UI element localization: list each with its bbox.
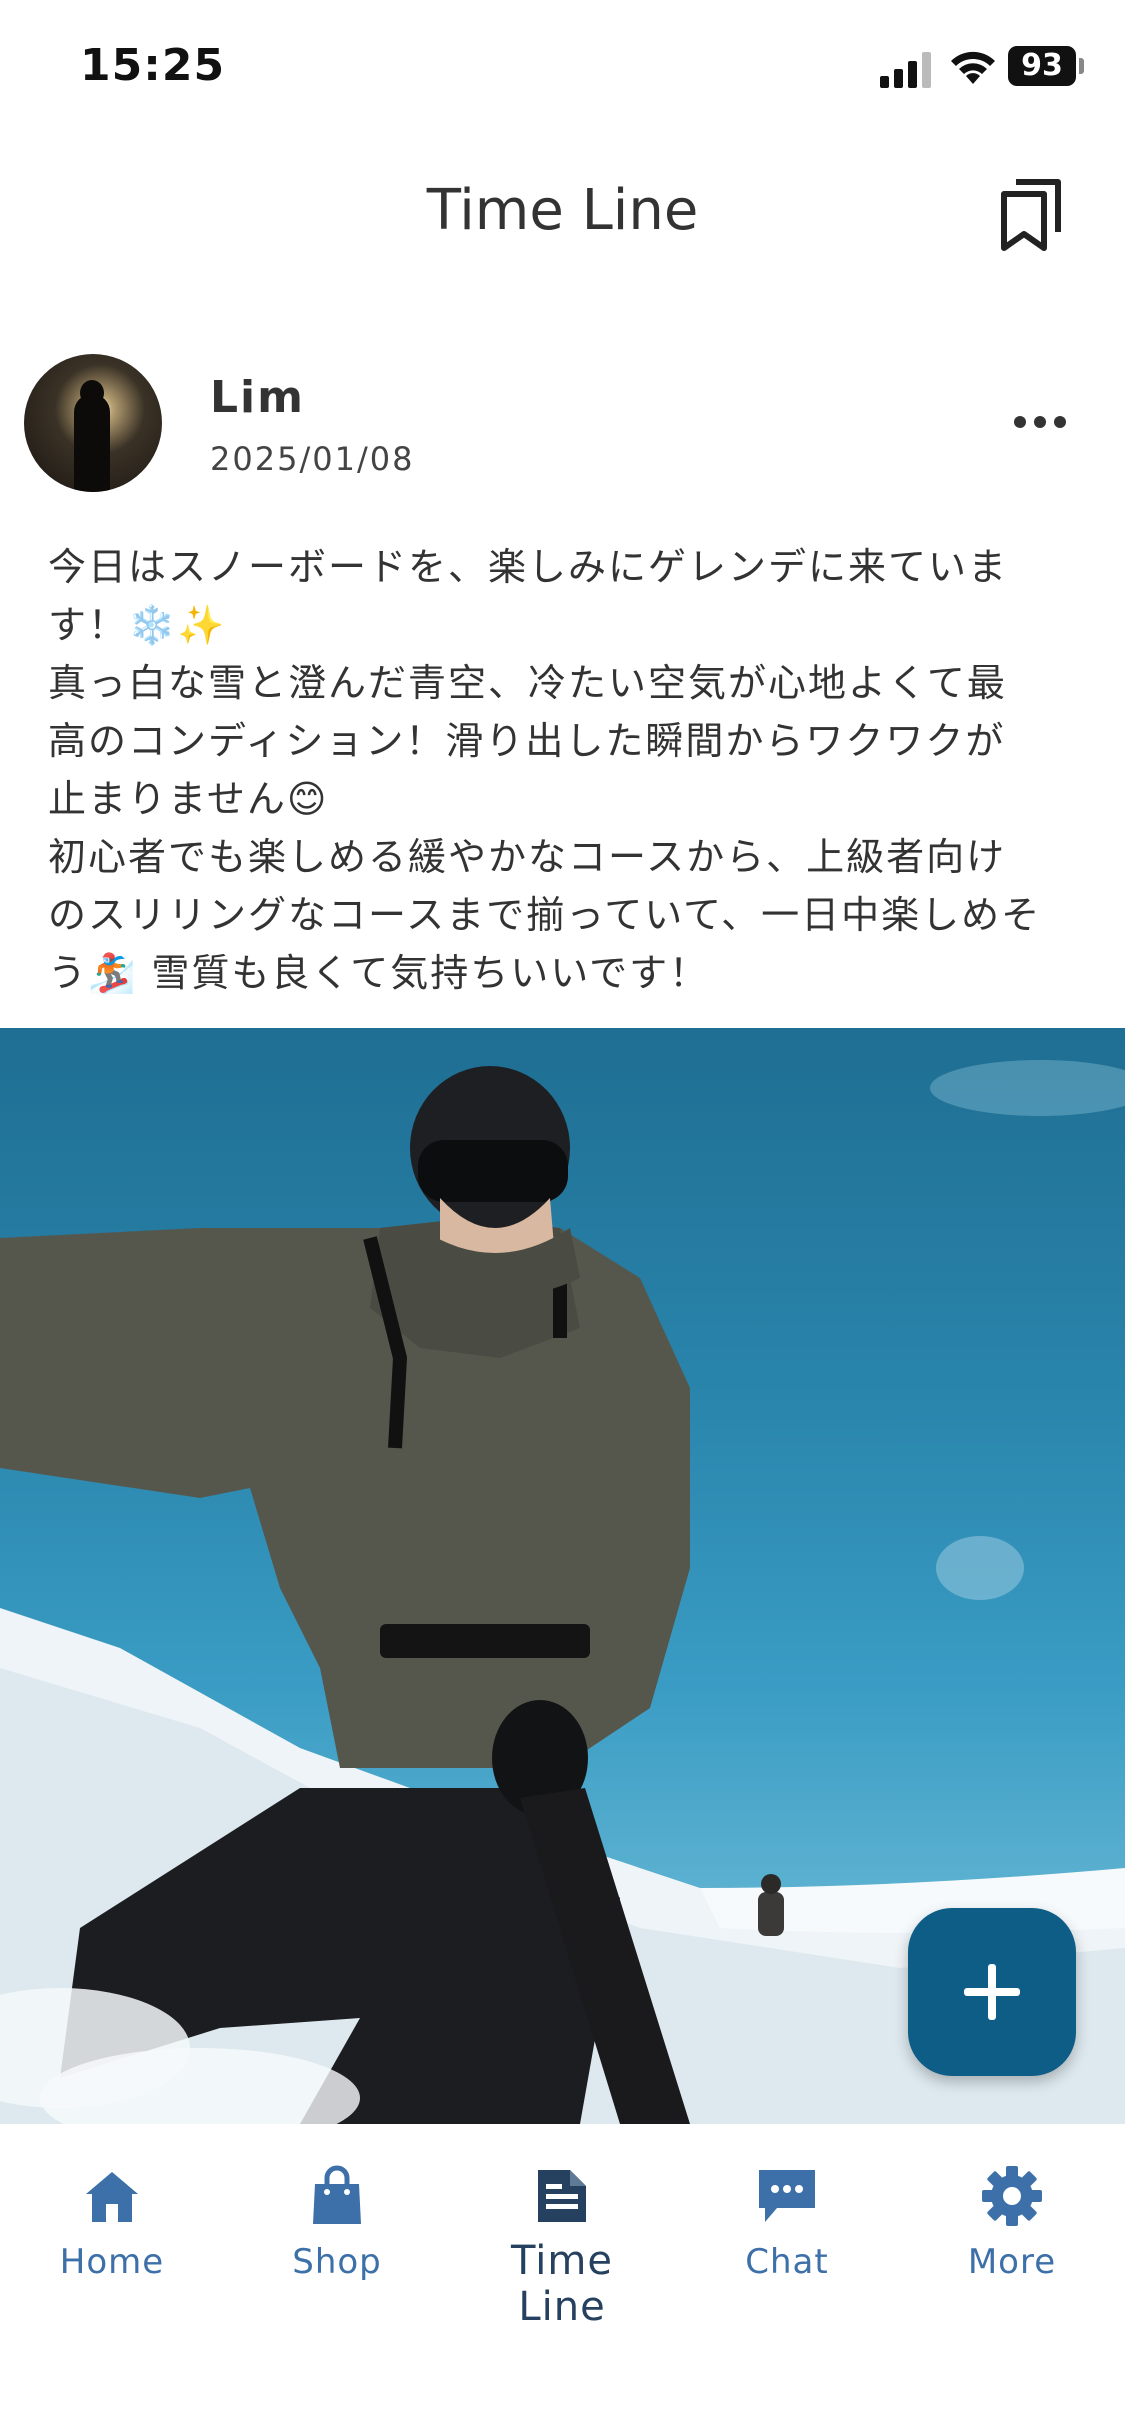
nav-chat[interactable]: Chat	[687, 2164, 887, 2314]
post-text-line: 高のコンディション！滑り出した瞬間からワクワクが	[48, 719, 1006, 763]
post-text-line: す！❄️✨	[48, 603, 227, 647]
post-date: 2025/01/08	[210, 440, 415, 478]
battery-icon: 93	[1008, 46, 1076, 86]
home-icon	[86, 2172, 138, 2222]
nav-label: Home	[59, 2242, 165, 2282]
bottom-nav: Home Shop Time Line Chat More	[0, 2124, 1125, 2436]
status-time: 15:25	[80, 40, 226, 91]
nav-timeline[interactable]: Time Line	[462, 2164, 662, 2330]
post-body: 今日はスノーボードを、楽しみにゲレンデに来ていま す！❄️✨ 真っ白な雪と澄んだ…	[48, 538, 1088, 1002]
document-icon	[538, 2170, 586, 2222]
gear-icon	[982, 2166, 1042, 2226]
post-text-line: う🏂 雪質も良くて気持ちいいです！	[48, 951, 710, 995]
more-options-icon[interactable]	[1008, 402, 1072, 442]
nav-label: Time Line	[511, 2238, 613, 2330]
nav-shop[interactable]: Shop	[237, 2164, 437, 2314]
post-text-line: 止まりません😊	[48, 777, 329, 821]
nav-label: Chat	[745, 2242, 829, 2282]
post-text-line: 今日はスノーボードを、楽しみにゲレンデに来ていま	[48, 545, 1009, 589]
post-text-line: のスリリングなコースまで揃っていて、一日中楽しめそ	[48, 893, 1042, 937]
post-text-line: 真っ白な雪と澄んだ青空、冷たい空気が心地よくて最	[48, 661, 1007, 705]
post-text-line: 初心者でも楽しめる緩やかなコースから、上級者向け	[48, 835, 1007, 879]
nav-more[interactable]: More	[912, 2164, 1112, 2314]
app-header: Time Line	[0, 150, 1125, 280]
battery-tip	[1079, 58, 1084, 74]
page-title: Time Line	[426, 178, 699, 243]
status-bar: 15:25 93	[0, 0, 1125, 140]
avatar[interactable]	[24, 354, 162, 492]
bookmarks-icon[interactable]	[990, 168, 1070, 258]
wifi-icon	[951, 51, 995, 84]
nav-label: Shop	[292, 2242, 382, 2282]
chat-icon	[759, 2170, 815, 2222]
add-post-button[interactable]	[908, 1908, 1076, 2076]
cellular-signal-icon	[880, 52, 932, 88]
nav-label: More	[967, 2242, 1057, 2282]
nav-home[interactable]: Home	[12, 2164, 212, 2314]
post-username[interactable]: Lim	[210, 372, 305, 423]
shopping-bag-icon	[313, 2165, 361, 2224]
